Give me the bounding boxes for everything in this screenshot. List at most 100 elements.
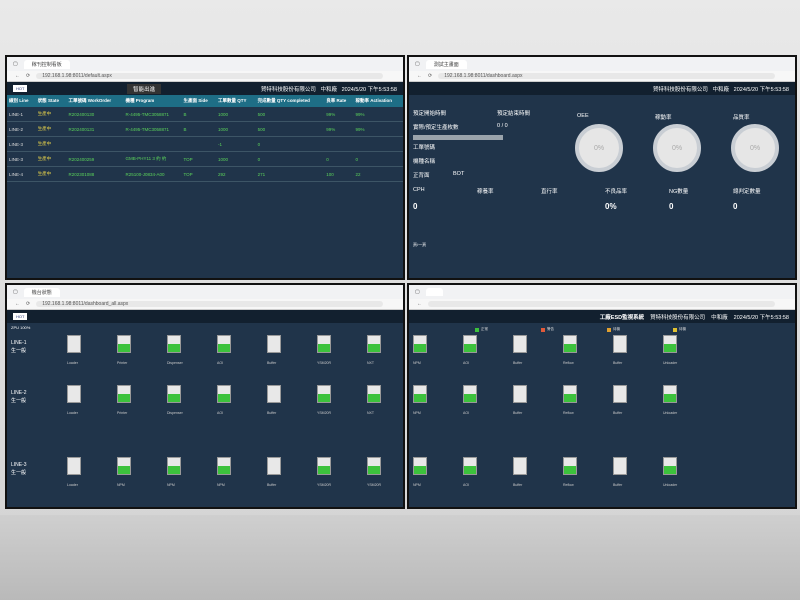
oee-label: OEE bbox=[577, 113, 589, 119]
machine-icon[interactable] bbox=[563, 457, 577, 475]
table-cell: 99% bbox=[353, 107, 403, 122]
room-floor bbox=[0, 515, 800, 600]
column-header: 稼動率 Activation bbox=[353, 95, 403, 107]
screen-machine-status: ▢ 機台狀態 ← ⟳ 192.168.1.98:8011/dashboard_a… bbox=[5, 283, 405, 509]
machine-icon[interactable] bbox=[217, 385, 231, 403]
machine-icon[interactable] bbox=[663, 457, 677, 475]
company-logo: HOT bbox=[13, 313, 28, 320]
back-icon[interactable]: ← bbox=[417, 73, 422, 79]
metric-label: CPH bbox=[413, 187, 425, 193]
machine-icon[interactable] bbox=[613, 335, 627, 353]
machine-icon[interactable] bbox=[613, 385, 627, 403]
table-cell bbox=[353, 136, 403, 152]
machine-icon[interactable] bbox=[513, 385, 527, 403]
side-label: 正背面 bbox=[413, 173, 430, 179]
browser-tabbar: ▢ 機台狀態 bbox=[7, 285, 403, 299]
site-name: 中和廠 bbox=[712, 86, 730, 93]
machine-icon[interactable] bbox=[563, 335, 577, 353]
machine-icon[interactable] bbox=[217, 457, 231, 475]
machine-icon[interactable] bbox=[267, 335, 281, 353]
machine-label: Printer bbox=[117, 411, 128, 415]
machine-icon[interactable] bbox=[67, 385, 81, 403]
app-header: 賀特科技股份有限公司 中和廠 2024/5/20 下午5:53:58 bbox=[409, 82, 795, 95]
machine-icon[interactable] bbox=[267, 457, 281, 475]
column-header: 工單數量 QTY bbox=[215, 95, 256, 107]
machine-icon[interactable] bbox=[463, 457, 477, 475]
table-cell: LINE-1 bbox=[7, 107, 36, 122]
machine-icon[interactable] bbox=[563, 385, 577, 403]
table-row[interactable]: LINE-3 生產中 -1 0 bbox=[7, 136, 403, 152]
oee-gauge: 0% bbox=[575, 124, 623, 172]
machine-icon[interactable] bbox=[117, 457, 131, 475]
machine-icon[interactable] bbox=[117, 335, 131, 353]
machine-icon[interactable] bbox=[267, 385, 281, 403]
back-icon[interactable]: ← bbox=[15, 73, 20, 79]
machine-icon[interactable] bbox=[117, 385, 131, 403]
table-cell: LINE-3 bbox=[7, 151, 36, 167]
machine-icon[interactable] bbox=[413, 335, 427, 353]
machine-icon[interactable] bbox=[367, 335, 381, 353]
machine-icon[interactable] bbox=[463, 385, 477, 403]
machine-icon[interactable] bbox=[167, 457, 181, 475]
header-button[interactable]: 智能出進 bbox=[127, 83, 162, 94]
table-cell: R202400131 bbox=[66, 121, 124, 137]
machine-label: NPM bbox=[217, 483, 225, 487]
machine-icon[interactable] bbox=[167, 385, 181, 403]
back-icon[interactable]: ← bbox=[417, 301, 422, 307]
reload-icon[interactable]: ⟳ bbox=[26, 73, 30, 79]
qty-value: 0 / 0 bbox=[497, 123, 508, 129]
browser-tab[interactable]: 測試主畫面 bbox=[425, 59, 467, 69]
machine-icon[interactable] bbox=[67, 457, 81, 475]
browser-tab[interactable]: 機台狀態 bbox=[23, 287, 60, 297]
table-row[interactable]: LINE-2 生產中 R202400131 R-4495-TMC3058871 B 100… bbox=[7, 121, 403, 137]
machine-icon[interactable] bbox=[663, 335, 677, 353]
machine-icon[interactable] bbox=[613, 457, 627, 475]
table-row[interactable]: LINE-1 生產中 R202400130 R-4495-TMC3058871 B 100… bbox=[7, 107, 403, 122]
table-row[interactable]: LINE-3 生產中 R202400259 GMB-PHY11 3 約 約 TOP 100… bbox=[7, 151, 403, 167]
machine-icon[interactable] bbox=[317, 385, 331, 403]
machine-icon[interactable] bbox=[413, 385, 427, 403]
machine-icon[interactable] bbox=[367, 385, 381, 403]
clock: 2024/5/20 下午5:53:58 bbox=[733, 314, 789, 321]
machine-icon[interactable] bbox=[67, 335, 81, 353]
table-cell: 0 bbox=[324, 151, 354, 167]
machine-icon[interactable] bbox=[463, 335, 477, 353]
url-field[interactable]: 192.168.1.98:8011/default.aspx bbox=[36, 73, 383, 79]
line-sublabel: 生一般 bbox=[11, 398, 27, 404]
machine-icon[interactable] bbox=[513, 457, 527, 475]
machine-label: Buffer bbox=[267, 411, 277, 415]
machine-icon[interactable] bbox=[413, 457, 427, 475]
url-field[interactable] bbox=[428, 301, 775, 307]
reload-icon[interactable]: ⟳ bbox=[26, 301, 30, 307]
qty-label: 實際/預定生產枚數 bbox=[413, 125, 459, 131]
machine-icon[interactable] bbox=[513, 335, 527, 353]
machine-icon[interactable] bbox=[317, 457, 331, 475]
column-header: 狀態 State bbox=[35, 95, 67, 107]
browser-tab[interactable] bbox=[425, 288, 444, 296]
back-icon[interactable]: ← bbox=[15, 301, 20, 307]
table-cell: TOP bbox=[181, 151, 216, 167]
machine-icon[interactable] bbox=[663, 385, 677, 403]
availability-gauge: 0% bbox=[653, 124, 701, 172]
table-cell bbox=[324, 136, 354, 152]
legend-item: 待機 bbox=[673, 327, 686, 332]
machine-icon[interactable] bbox=[217, 335, 231, 353]
table-cell: 99% bbox=[353, 121, 403, 137]
url-field[interactable]: 192.168.1.98:8011/dashboard_all.aspx bbox=[36, 301, 383, 307]
table-cell: 271 bbox=[255, 166, 325, 182]
machine-icon[interactable] bbox=[317, 335, 331, 353]
legend-item: 警告 bbox=[541, 327, 554, 332]
screen-esd-monitor: ▢ ← 工廠ESD監視系統 賀特科技股份有限公司 中和廠 2024/5/20 下… bbox=[407, 283, 797, 509]
company-name: 賀特科技股份有限公司 bbox=[652, 86, 708, 93]
column-header: 線別 Line bbox=[7, 95, 36, 107]
machine-icon[interactable] bbox=[367, 457, 381, 475]
machine-label: Buffer bbox=[267, 361, 277, 365]
machine-icon[interactable] bbox=[167, 335, 181, 353]
table-row[interactable]: LINE-4 生產中 R202301088 R25100-J0834-A00 TOP 29… bbox=[7, 166, 403, 182]
url-field[interactable]: 192.168.1.98:8011/dashboard.aspx bbox=[438, 73, 775, 79]
browser-tab[interactable]: 稼刊控制看板 bbox=[23, 59, 70, 69]
company-name: 賀特科技股份有限公司 bbox=[650, 314, 706, 321]
machine-label: Loader bbox=[67, 411, 78, 415]
machine-label: YSM20R bbox=[317, 483, 332, 487]
reload-icon[interactable]: ⟳ bbox=[428, 73, 432, 79]
